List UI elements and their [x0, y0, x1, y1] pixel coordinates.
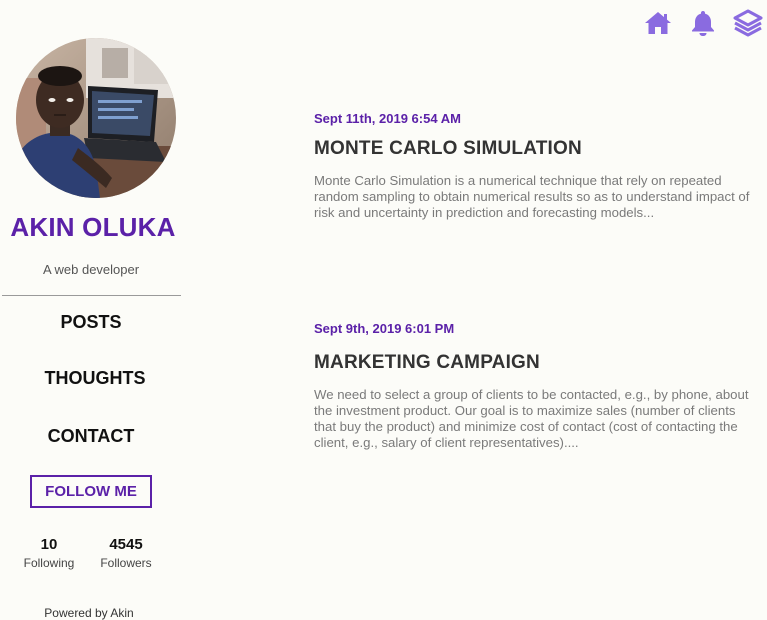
- powered-by-footer: Powered by Akin: [44, 606, 134, 620]
- followers-label: Followers: [100, 556, 152, 570]
- followers-count: 4545: [109, 536, 143, 553]
- nav-item-contact[interactable]: CONTACT: [0, 426, 182, 447]
- follow-me-button[interactable]: FOLLOW ME: [30, 475, 152, 508]
- profile-sidebar: AKIN OLUKA A web developer POSTS THOUGHT…: [0, 0, 182, 620]
- layers-icon[interactable]: [732, 8, 764, 38]
- following-label: Following: [23, 556, 75, 570]
- post-title[interactable]: MARKETING CAMPAIGN: [314, 352, 754, 374]
- post-excerpt: We need to select a group of clients to …: [314, 387, 749, 450]
- avatar: [16, 38, 176, 198]
- page: AKIN OLUKA A web developer POSTS THOUGHT…: [0, 0, 767, 620]
- followers-stat[interactable]: 4545 Followers: [96, 536, 156, 570]
- following-count: 10: [40, 536, 58, 553]
- nav-item-thoughts[interactable]: THOUGHTS: [4, 368, 186, 389]
- post-card: Sept 11th, 2019 6:54 AM MONTE CARLO SIMU…: [314, 111, 754, 221]
- home-icon[interactable]: [642, 8, 674, 38]
- following-stat[interactable]: 10 Following: [20, 536, 78, 570]
- post-excerpt: Monte Carlo Simulation is a numerical te…: [314, 173, 750, 220]
- profile-tagline: A web developer: [42, 262, 140, 277]
- top-toolbar: [642, 8, 764, 38]
- profile-name: AKIN OLUKA: [10, 212, 176, 242]
- sidebar-divider: [2, 295, 181, 296]
- bell-icon[interactable]: [687, 8, 719, 38]
- post-date: Sept 9th, 2019 6:01 PM: [314, 321, 455, 336]
- nav-item-posts[interactable]: POSTS: [0, 312, 182, 333]
- post-date: Sept 11th, 2019 6:54 AM: [314, 111, 461, 126]
- post-title[interactable]: MONTE CARLO SIMULATION: [314, 138, 754, 160]
- post-card: Sept 9th, 2019 6:01 PM MARKETING CAMPAIG…: [314, 321, 754, 451]
